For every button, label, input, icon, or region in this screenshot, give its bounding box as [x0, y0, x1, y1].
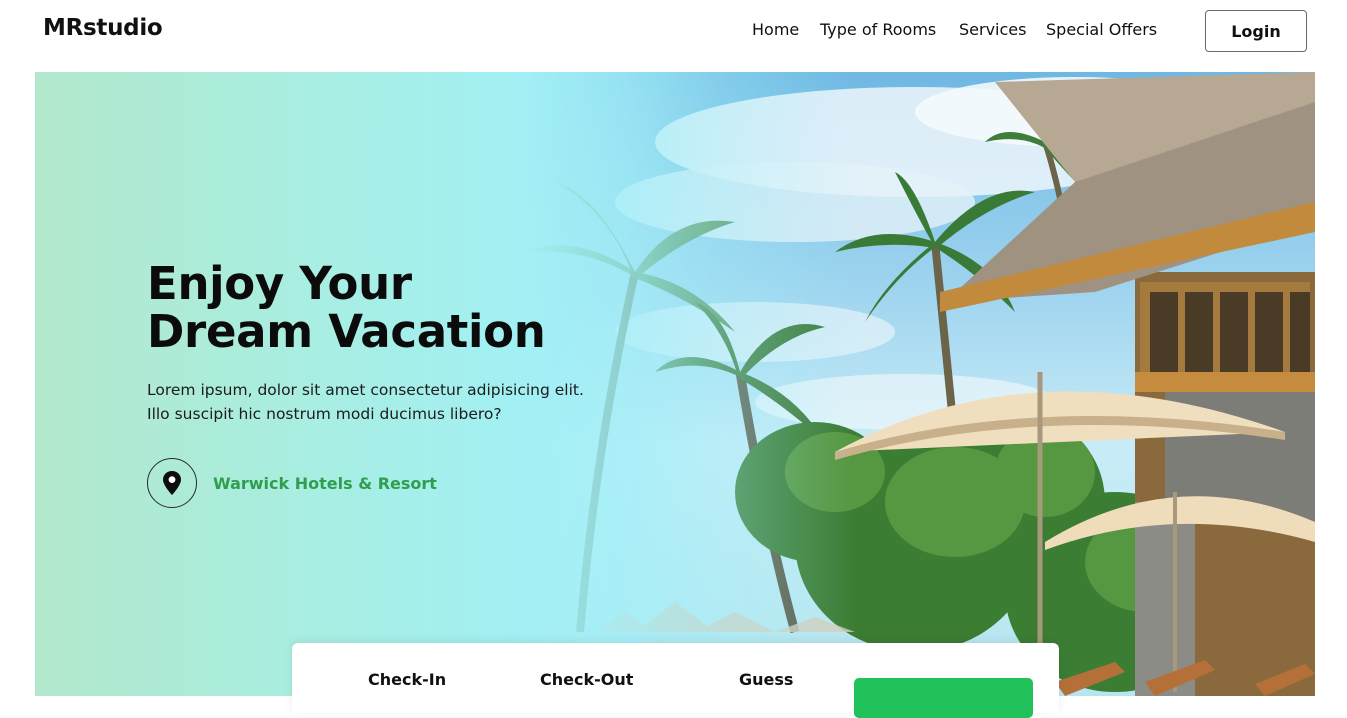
- hero-title-line-2: Dream Vacation: [147, 305, 546, 358]
- hero-title-line-1: Enjoy Your: [147, 257, 412, 310]
- hero-section: Enjoy Your Dream Vacation Lorem ipsum, d…: [35, 72, 1315, 696]
- location-name[interactable]: Warwick Hotels & Resort: [213, 474, 437, 493]
- brand-logo[interactable]: MRstudio: [43, 15, 163, 41]
- guests-field[interactable]: Guess: [739, 670, 793, 689]
- map-pin-icon: [163, 471, 181, 495]
- login-button[interactable]: Login: [1205, 10, 1307, 52]
- location-icon-circle: [147, 458, 197, 508]
- nav-item-home[interactable]: Home: [752, 20, 799, 39]
- nav-item-type-of-rooms[interactable]: Type of Rooms: [820, 20, 936, 39]
- location-block[interactable]: Warwick Hotels & Resort: [147, 458, 437, 508]
- check-in-field[interactable]: Check-In: [368, 670, 446, 689]
- hero-title: Enjoy Your Dream Vacation: [147, 257, 546, 358]
- nav-item-services[interactable]: Services: [959, 20, 1026, 39]
- booking-bar: Check-In Check-Out Guess: [292, 643, 1059, 718]
- check-out-field[interactable]: Check-Out: [540, 670, 633, 689]
- hero-description: Lorem ipsum, dolor sit amet consectetur …: [147, 381, 584, 423]
- navbar: MRstudio Home Type of Rooms Services Spe…: [0, 0, 1347, 72]
- booking-submit-button[interactable]: [854, 678, 1033, 718]
- nav-item-special-offers[interactable]: Special Offers: [1046, 20, 1157, 39]
